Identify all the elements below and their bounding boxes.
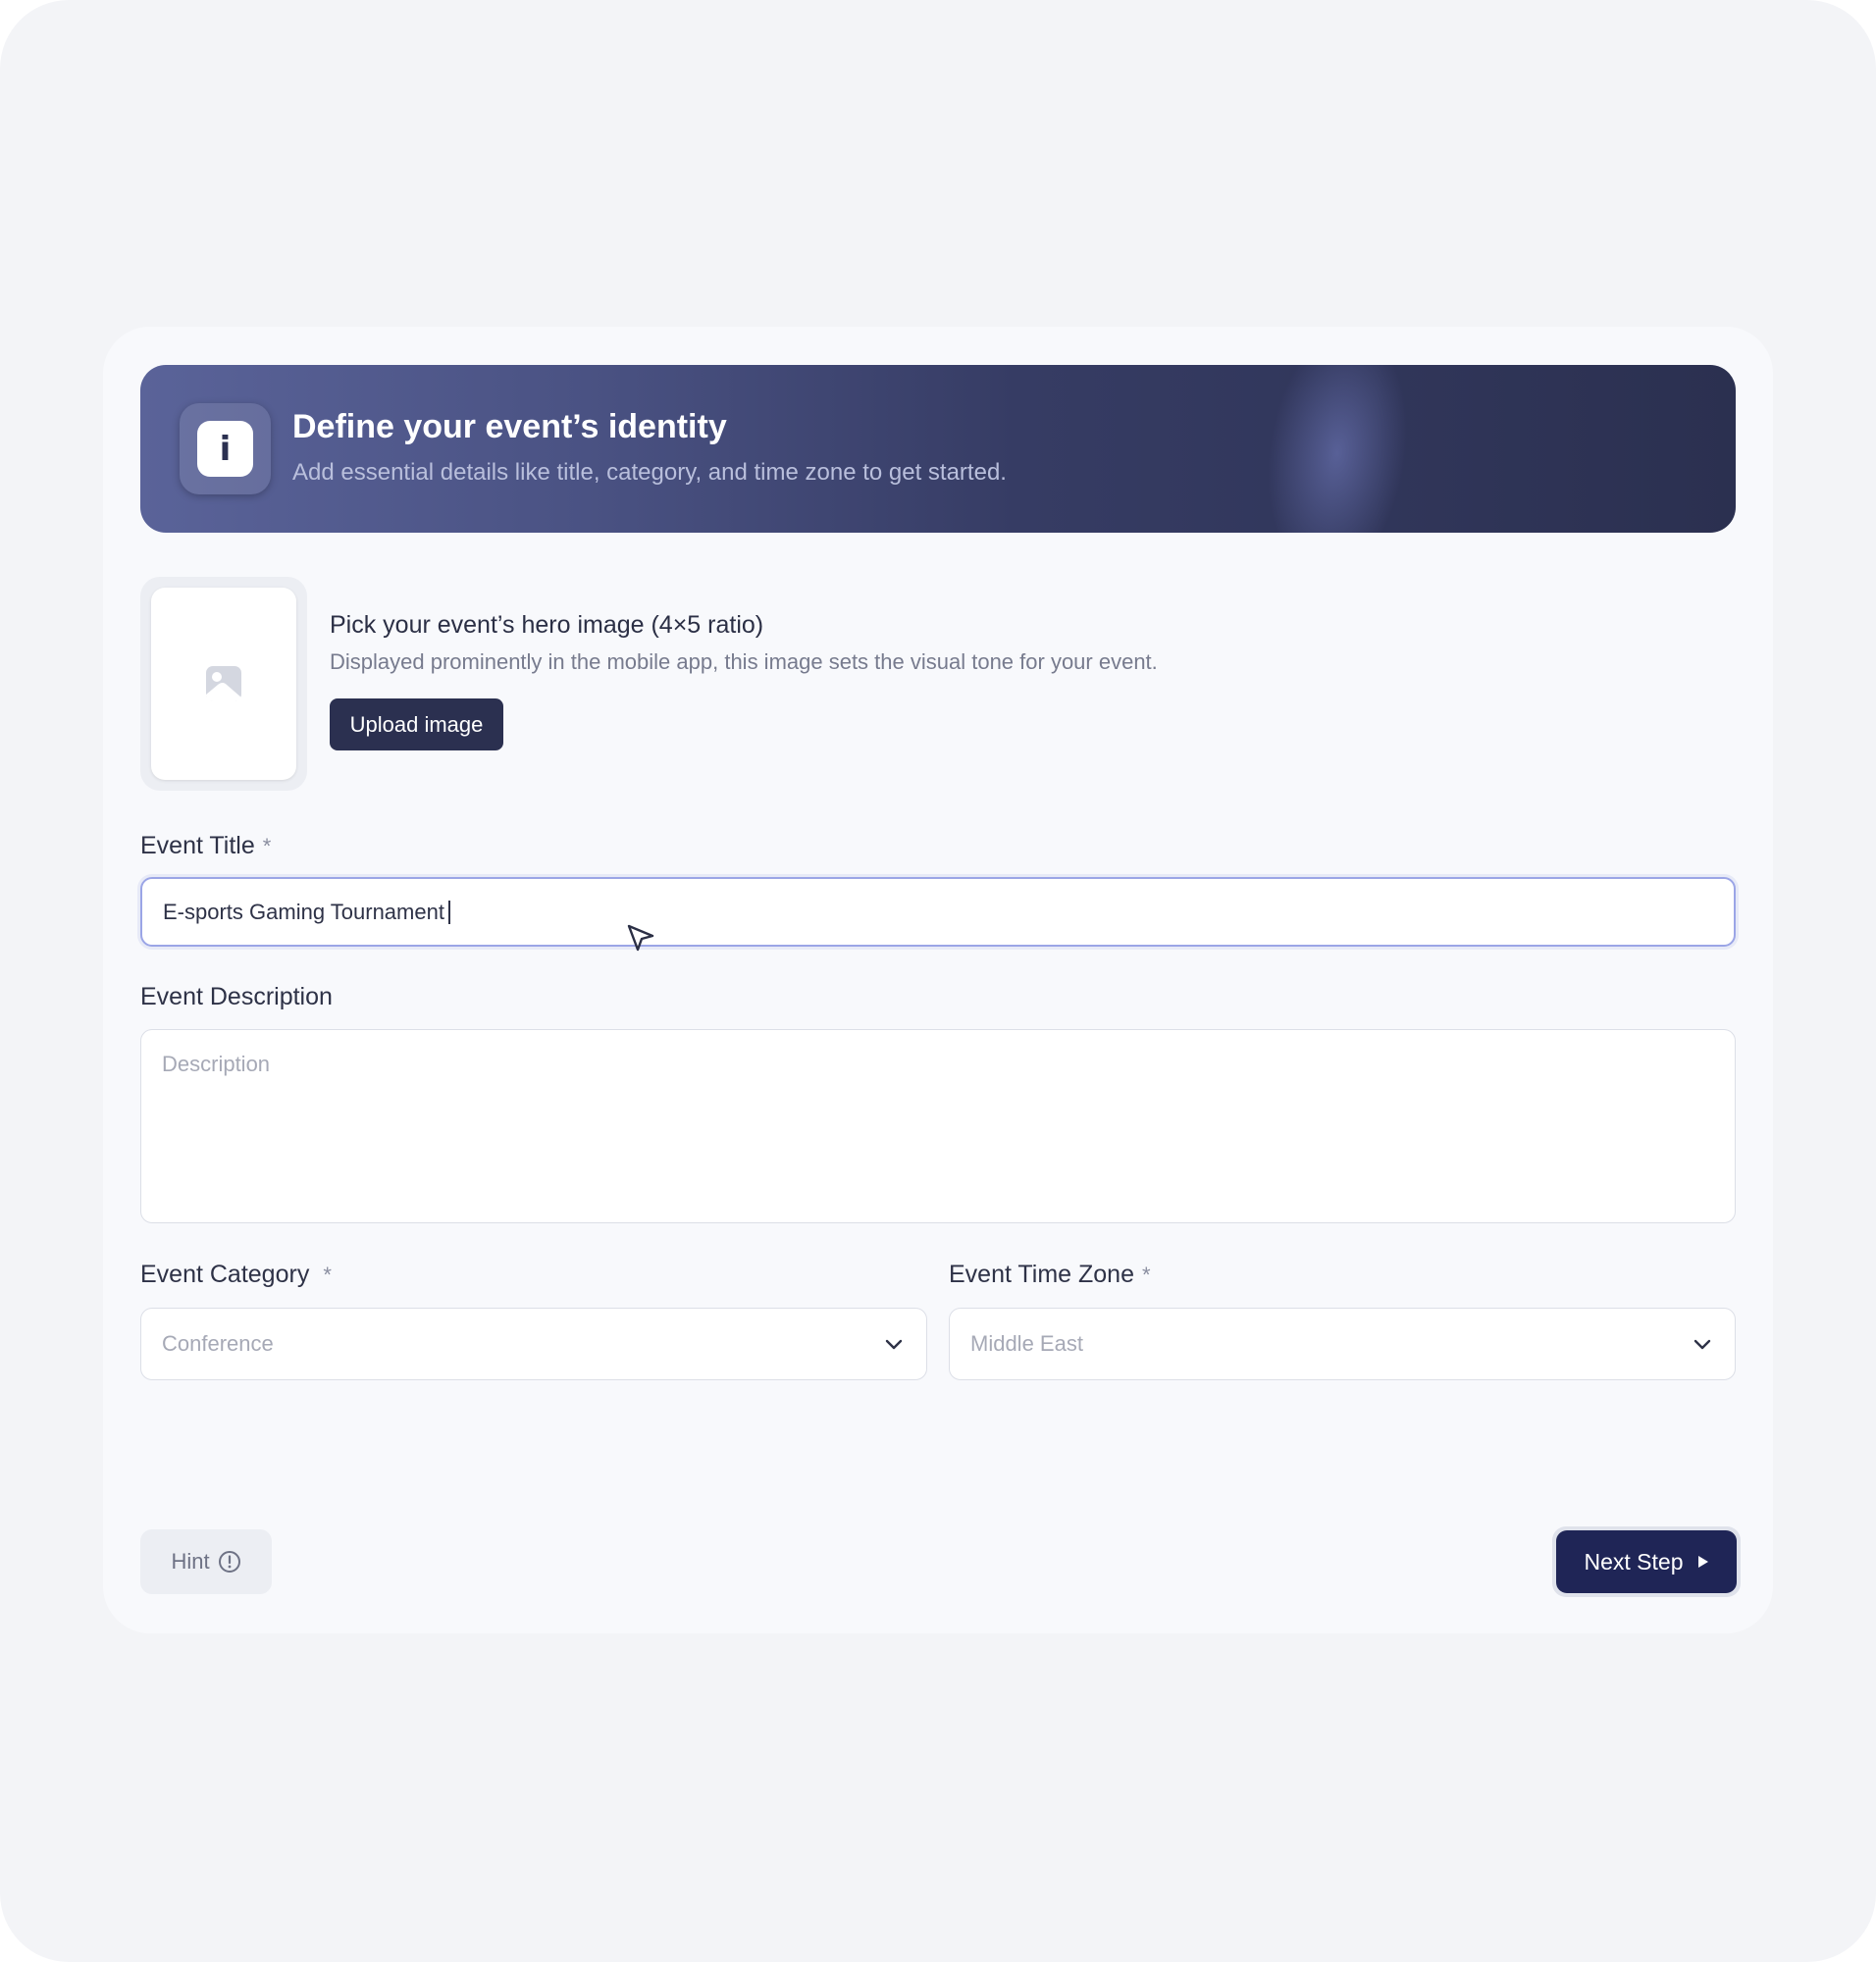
hero-image-title: Pick your event’s hero image (4×5 ratio) bbox=[330, 611, 764, 639]
description-placeholder: Description bbox=[162, 1052, 271, 1076]
app-window: i Define your event’s identity Add essen… bbox=[0, 0, 1876, 1962]
event-timezone-select[interactable]: Middle East bbox=[949, 1308, 1736, 1380]
event-timezone-value: Middle East bbox=[970, 1331, 1083, 1356]
event-title-input[interactable]: E-sports Gaming Tournament bbox=[140, 877, 1736, 947]
next-step-button[interactable]: Next Step bbox=[1556, 1530, 1737, 1593]
page-title: Define your event’s identity bbox=[292, 408, 727, 445]
hint-label: Hint bbox=[171, 1549, 210, 1574]
upload-image-button[interactable]: Upload image bbox=[330, 698, 503, 750]
info-circle-icon bbox=[218, 1551, 240, 1573]
next-step-label: Next Step bbox=[1584, 1548, 1684, 1575]
event-category-select[interactable]: Conference bbox=[140, 1308, 927, 1380]
page-subtitle: Add essential details like title, catego… bbox=[292, 459, 1007, 486]
event-category-value: Conference bbox=[162, 1331, 274, 1356]
event-category-label: Event Category * bbox=[140, 1261, 332, 1289]
event-setup-card: i Define your event’s identity Add essen… bbox=[103, 327, 1773, 1633]
event-title-label-text: Event Title bbox=[140, 832, 255, 859]
chevron-down-icon bbox=[885, 1339, 903, 1350]
info-icon: i bbox=[197, 421, 253, 477]
event-title-value: E-sports Gaming Tournament bbox=[163, 899, 444, 924]
event-timezone-label-text: Event Time Zone bbox=[949, 1261, 1134, 1288]
hint-button[interactable]: Hint bbox=[140, 1529, 272, 1594]
mouse-pointer-icon bbox=[627, 924, 654, 952]
next-step-button-ring: Next Step bbox=[1552, 1526, 1741, 1597]
banner-glow bbox=[1251, 365, 1424, 533]
banner-icon-container: i bbox=[180, 403, 271, 494]
hero-image-placeholder bbox=[151, 588, 296, 780]
required-mark: * bbox=[262, 834, 272, 858]
event-title-label: Event Title * bbox=[140, 832, 271, 860]
event-description-label: Event Description bbox=[140, 983, 333, 1010]
play-arrow-icon bbox=[1697, 1556, 1708, 1568]
event-description-textarea[interactable]: Description bbox=[140, 1029, 1736, 1223]
text-caret bbox=[447, 900, 450, 924]
event-timezone-label: Event Time Zone * bbox=[949, 1261, 1151, 1289]
required-mark: * bbox=[323, 1263, 332, 1287]
chevron-down-icon bbox=[1694, 1339, 1711, 1350]
required-mark: * bbox=[1141, 1263, 1151, 1287]
hero-image-preview[interactable] bbox=[140, 577, 307, 791]
hero-image-description: Displayed prominently in the mobile app,… bbox=[330, 649, 1158, 674]
event-category-label-text: Event Category bbox=[140, 1261, 310, 1288]
header-banner: i Define your event’s identity Add essen… bbox=[140, 365, 1736, 533]
image-placeholder-icon bbox=[206, 666, 241, 701]
